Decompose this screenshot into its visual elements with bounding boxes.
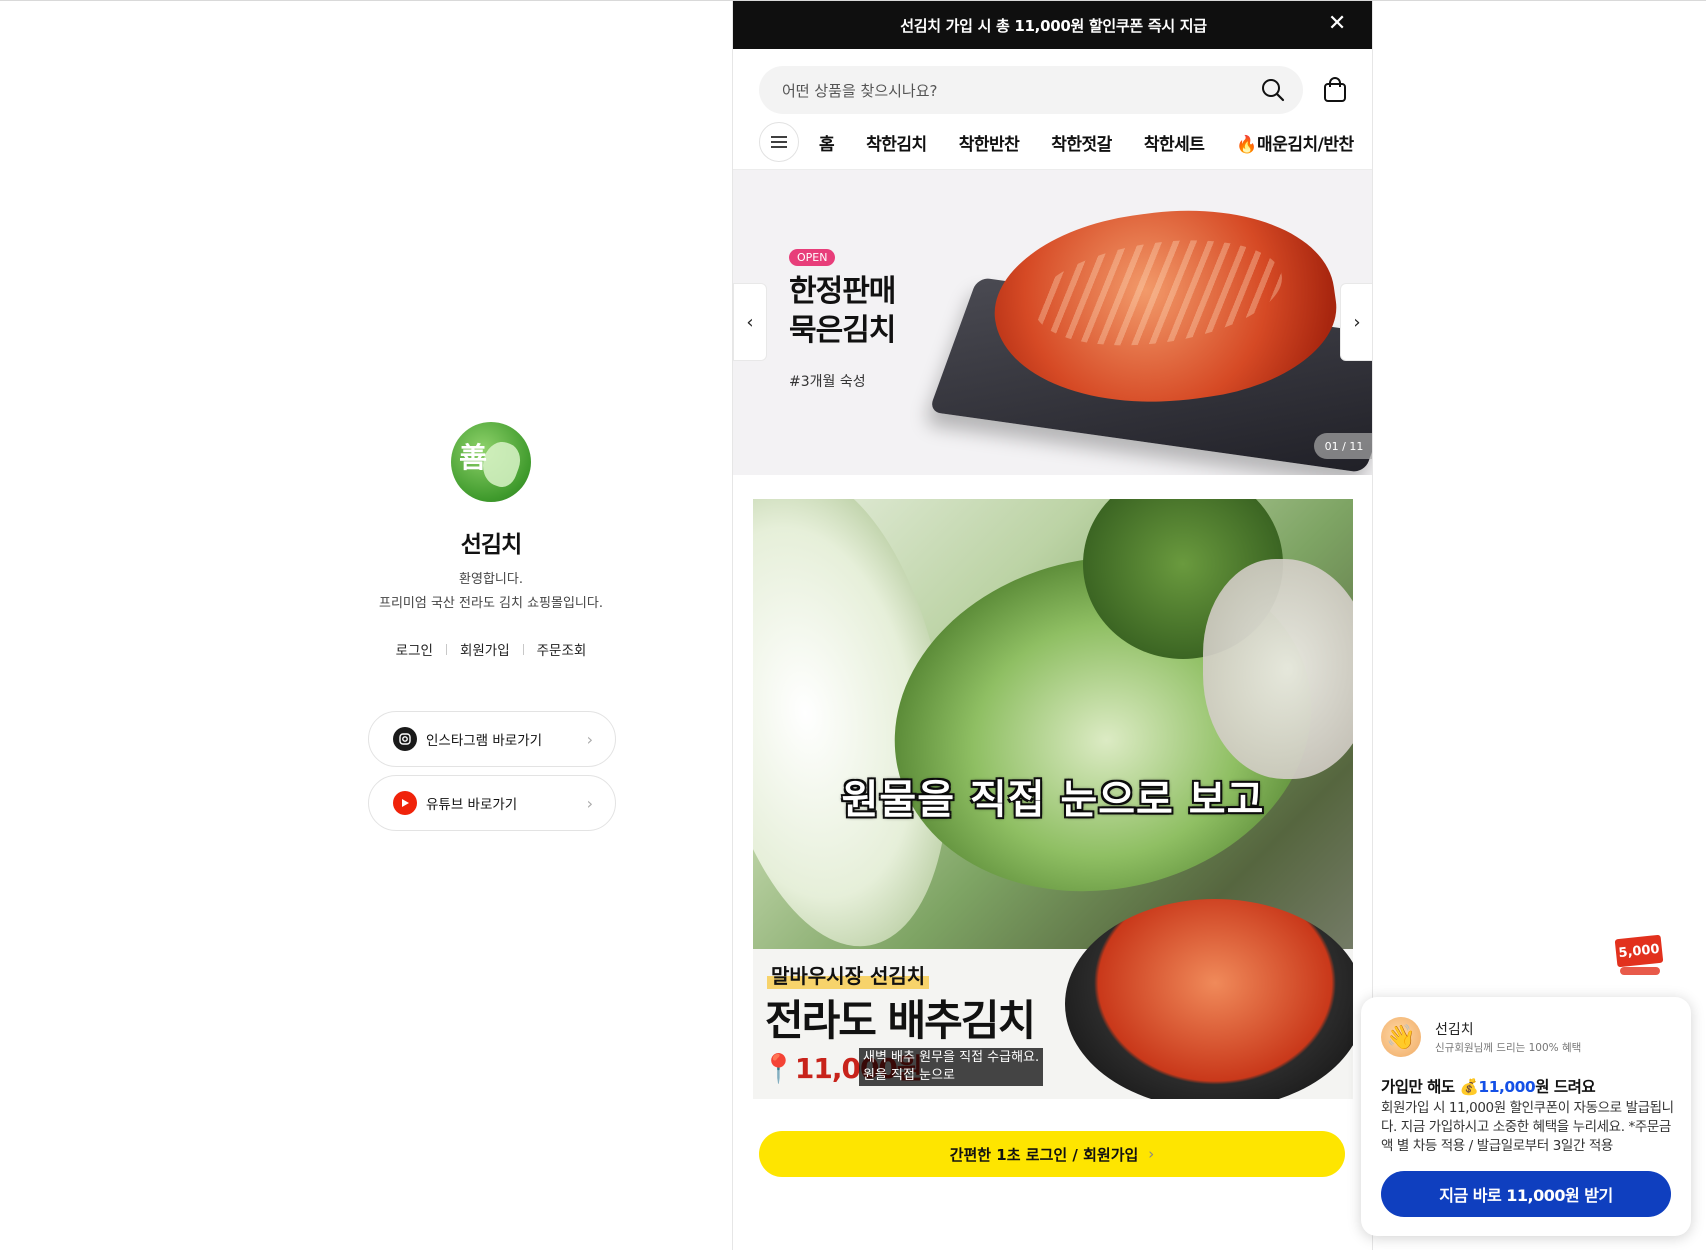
chevron-right-icon: › bbox=[1148, 1145, 1155, 1163]
popup-body: 회원가입 시 11,000원 할인쿠폰이 자동으로 발급됩니다. 지금 가입하시… bbox=[1381, 1100, 1674, 1154]
instagram-label: 인스타그램 바로가기 bbox=[426, 733, 543, 749]
popup-subtitle: 신규회원님께 드리는 100% 혜택 bbox=[1435, 1042, 1582, 1054]
nav-item-jeotgal[interactable]: 착한젓갈 bbox=[1051, 130, 1112, 155]
floating-coupon-icon[interactable]: 5,000 bbox=[1614, 934, 1664, 977]
banner-title-line1: 한정판매 bbox=[789, 274, 896, 309]
youtube-label: 유튜브 바로가기 bbox=[426, 797, 518, 813]
video-title: 전라도 배추김치 bbox=[765, 996, 1036, 1045]
promo-text: 선김치 가입 시 총 11,000원 할인쿠폰 즉시 지급 bbox=[900, 16, 1207, 35]
nav-item-side-dishes[interactable]: 착한반찬 bbox=[959, 130, 1020, 155]
link-divider bbox=[445, 643, 447, 655]
banner-hashtag: #3개월 숙성 bbox=[789, 374, 866, 390]
logo-character: 善 bbox=[459, 441, 488, 474]
subtitle-line2: 원을 직접 눈으로 bbox=[863, 1068, 955, 1083]
quick-login-button[interactable]: 간편한 1초 로그인 / 회원가입 › bbox=[759, 1131, 1345, 1177]
popup-brand: 선김치 bbox=[1435, 1022, 1474, 1038]
banner-title: 한정판매 묵은김치 bbox=[789, 272, 896, 350]
instagram-icon bbox=[393, 727, 417, 751]
signup-link[interactable]: 회원가입 bbox=[460, 639, 510, 659]
chevron-right-icon: › bbox=[586, 730, 593, 749]
nav-item-kimchi[interactable]: 착한김치 bbox=[866, 130, 927, 155]
product-video[interactable]: 원물을 직접 눈으로 보고 말바우시장 선김치 전라도 배추김치 📍11,000… bbox=[753, 499, 1353, 1099]
nav-item-home[interactable]: 홈 bbox=[819, 130, 835, 155]
get-coupon-button[interactable]: 지금 바로 11,000원 받기 bbox=[1381, 1171, 1671, 1217]
shop-mobile-view: 선김치 가입 시 총 11,000원 할인쿠폰 즉시 지급 ✕ 어떤 상품을 찾… bbox=[732, 1, 1373, 1250]
popup-headline-amount: 11,000 bbox=[1478, 1078, 1536, 1096]
shopping-bag-icon[interactable] bbox=[1321, 76, 1349, 104]
coupon-amount: 5,000 bbox=[1614, 934, 1664, 968]
video-caption: 원물을 직접 눈으로 보고 bbox=[841, 777, 1265, 823]
waving-hand-icon: 👋 bbox=[1381, 1017, 1421, 1057]
popup-headline-suffix: 원 드려요 bbox=[1535, 1078, 1596, 1096]
brand-panel: 善 선김치 환영합니다. 프리미엄 국산 전라도 김치 쇼핑몰입니다. 로그인 … bbox=[0, 1, 732, 1250]
chevron-right-icon: › bbox=[586, 794, 593, 813]
link-divider bbox=[522, 643, 524, 655]
kimchi-bowl-image bbox=[1065, 899, 1353, 1099]
close-icon[interactable]: ✕ bbox=[1328, 13, 1346, 35]
promo-bar: 선김치 가입 시 총 11,000원 할인쿠폰 즉시 지급 ✕ bbox=[733, 1, 1372, 49]
chevron-right-icon[interactable]: › bbox=[1340, 283, 1372, 361]
nav-item-sets[interactable]: 착한세트 bbox=[1144, 130, 1205, 155]
youtube-icon bbox=[393, 791, 417, 815]
youtube-button[interactable]: 유튜브 바로가기 › bbox=[368, 775, 616, 831]
coupon-strip bbox=[1620, 967, 1660, 975]
search-input[interactable]: 어떤 상품을 찾으시나요? bbox=[759, 66, 1303, 114]
open-badge: OPEN bbox=[789, 249, 836, 266]
order-lookup-link[interactable]: 주문조회 bbox=[537, 639, 587, 659]
instagram-button[interactable]: 인스타그램 바로가기 › bbox=[368, 711, 616, 767]
search-icon[interactable] bbox=[1261, 78, 1285, 102]
popup-headline: 가입만 해도 💰11,000원 드려요 bbox=[1381, 1075, 1596, 1097]
login-link[interactable]: 로그인 bbox=[396, 639, 433, 659]
nav-item-spicy[interactable]: 🔥매운김치/반찬 bbox=[1236, 130, 1354, 155]
popup-headline-prefix: 가입만 해도 💰 bbox=[1381, 1078, 1479, 1096]
subtitle-line1: 새벽 배추 원무을 직접 수급해요. bbox=[863, 1050, 1040, 1065]
menu-icon[interactable] bbox=[759, 122, 799, 162]
signup-coupon-popup: 👋 선김치 신규회원님께 드리는 100% 혜택 가입만 해도 💰11,000원… bbox=[1361, 997, 1691, 1236]
chevron-left-icon[interactable]: ‹ bbox=[733, 283, 767, 361]
category-nav: 홈 착한김치 착한반찬 착한젓갈 착한세트 🔥매운김치/반찬 bbox=[759, 121, 1372, 163]
banner-title-line2: 묵은김치 bbox=[789, 313, 896, 348]
brand-logo: 善 bbox=[451, 422, 531, 502]
video-subtitles: 새벽 배추 원무을 직접 수급해요. 원을 직접 눈으로 bbox=[859, 1048, 1044, 1086]
hero-banner[interactable]: OPEN 한정판매 묵은김치 #3개월 숙성 ‹ › 01 / 11 bbox=[733, 170, 1372, 475]
slide-counter: 01 / 11 bbox=[1314, 433, 1372, 459]
search-placeholder: 어떤 상품을 찾으시나요? bbox=[782, 81, 938, 100]
market-label: 말바우시장 선김치 bbox=[767, 960, 930, 989]
gloved-hand-image bbox=[1203, 559, 1353, 779]
quick-login-label: 간편한 1초 로그인 / 회원가입 bbox=[949, 1145, 1139, 1164]
